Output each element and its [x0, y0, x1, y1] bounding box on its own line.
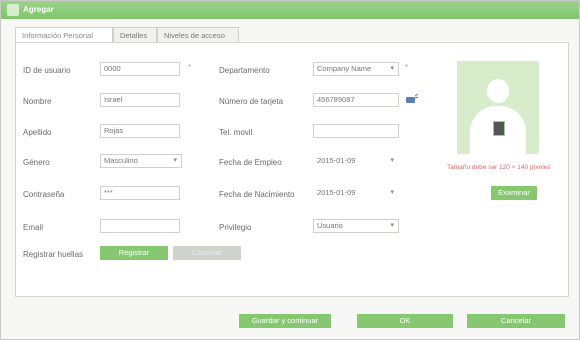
- password-label: Contraseña: [23, 190, 65, 199]
- app-icon: [7, 4, 19, 16]
- window-title: Agregar: [23, 5, 54, 14]
- avatar-head: [487, 79, 509, 103]
- fingerprint-label: Registrar huellas: [23, 250, 84, 259]
- profile-label: Privilegio: [219, 223, 252, 232]
- photo-size-hint: Tamaño debe ser 120 × 140 píxeles: [447, 164, 551, 171]
- chevron-down-icon: ▾: [390, 189, 394, 196]
- birth-date-value: 2015-01-09: [317, 188, 356, 197]
- hire-date-label: Fecha de Empleo: [219, 158, 282, 167]
- mobile-label: Tel. movil: [219, 128, 253, 137]
- tab-personal-info[interactable]: Información Personal: [15, 27, 113, 43]
- required-mark: *: [188, 63, 192, 72]
- required-mark: *: [405, 63, 409, 72]
- email-field[interactable]: [100, 219, 180, 233]
- birth-date-label: Fecha de Nacimiento: [219, 190, 295, 199]
- delete-fingerprint-button[interactable]: Cancelar: [173, 246, 241, 260]
- user-id-label: ID de usuario: [23, 66, 71, 75]
- user-id-field[interactable]: 0000: [100, 62, 180, 76]
- save-continue-button[interactable]: Guardar y continuar: [239, 314, 331, 328]
- first-name-field[interactable]: Israel: [100, 93, 180, 107]
- tab-details[interactable]: Detalles: [113, 27, 157, 42]
- birth-date-picker[interactable]: 2015-01-09 ▾: [313, 186, 399, 200]
- first-name-label: Nombre: [23, 97, 52, 106]
- gender-label: Género: [23, 158, 50, 167]
- title-bar[interactable]: Agregar: [1, 1, 579, 19]
- user-photo-placeholder: [457, 61, 539, 154]
- add-user-dialog: Agregar Información Personal Detalles Ni…: [0, 0, 580, 340]
- password-field[interactable]: ***: [100, 186, 180, 200]
- browse-photo-button[interactable]: Examinar: [491, 186, 537, 200]
- card-number-label: Número de tarjeta: [219, 97, 284, 106]
- ok-button[interactable]: OK: [357, 314, 453, 328]
- chevron-down-icon: ▾: [390, 65, 394, 72]
- profile-select[interactable]: Usuario ▾: [313, 219, 399, 233]
- mobile-field[interactable]: [313, 124, 399, 138]
- department-label: Departamento: [219, 66, 270, 75]
- email-label: Email: [23, 223, 44, 232]
- gender-select[interactable]: Masculino ▾: [100, 154, 182, 168]
- register-fingerprint-button[interactable]: Registrar: [100, 246, 168, 260]
- hire-date-picker[interactable]: 2015-01-09 ▾: [313, 154, 399, 168]
- department-value: Company Name: [317, 64, 372, 73]
- card-number-field[interactable]: 456789087: [313, 93, 399, 107]
- profile-value: Usuario: [317, 221, 343, 230]
- hire-date-value: 2015-01-09: [317, 156, 356, 165]
- chevron-down-icon: ▾: [173, 157, 177, 164]
- last-name-field[interactable]: Rojas: [100, 124, 180, 138]
- chevron-down-icon: ▾: [390, 222, 394, 229]
- last-name-label: Apellido: [23, 128, 52, 137]
- tab-access-levels[interactable]: Niveles de acceso: [157, 27, 239, 42]
- cancel-button[interactable]: Cancelar: [467, 314, 565, 328]
- department-select[interactable]: Company Name ▾: [313, 62, 399, 76]
- gender-value: Masculino: [104, 156, 138, 165]
- id-badge-icon: [493, 121, 505, 136]
- chevron-down-icon: ▾: [390, 157, 394, 164]
- card-reader-icon[interactable]: [405, 94, 419, 104]
